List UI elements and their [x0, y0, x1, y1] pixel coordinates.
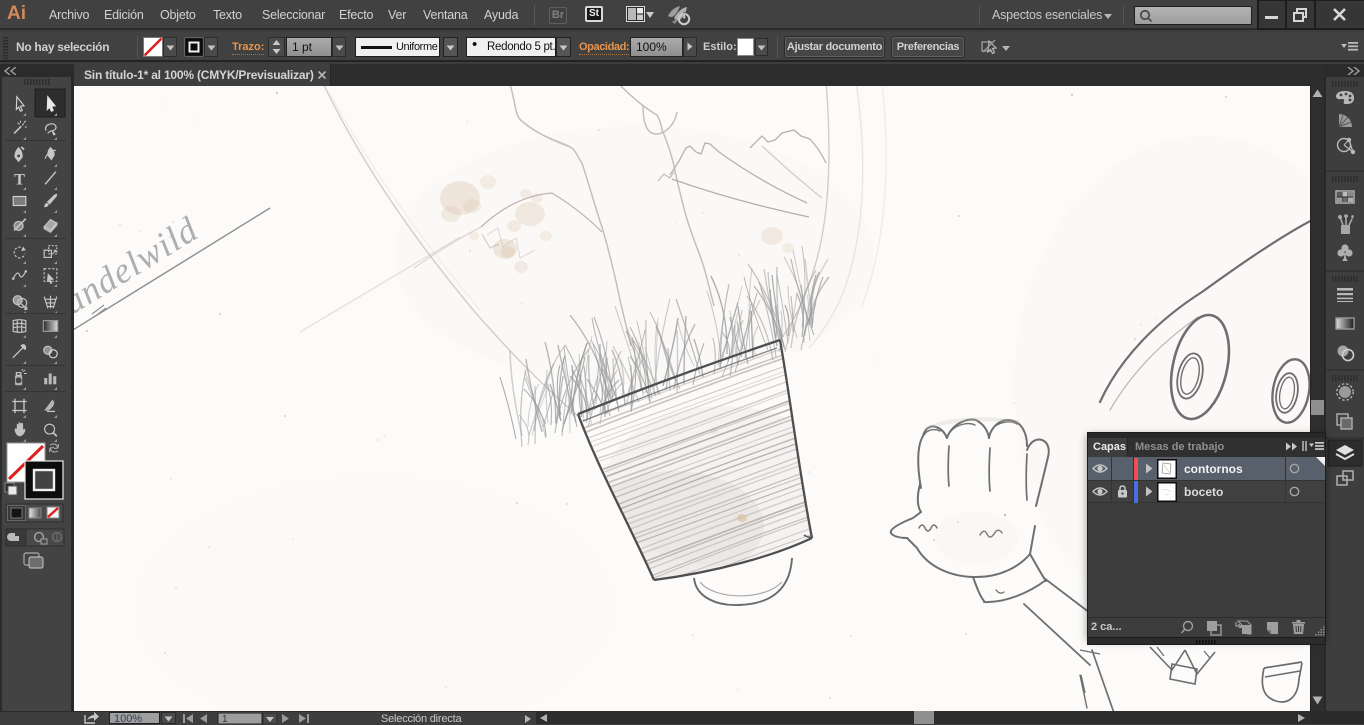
svg-text:T: T: [14, 170, 25, 188]
svg-text:1: 1: [222, 714, 228, 724]
svg-text:andelwild: andelwild: [74, 209, 205, 322]
